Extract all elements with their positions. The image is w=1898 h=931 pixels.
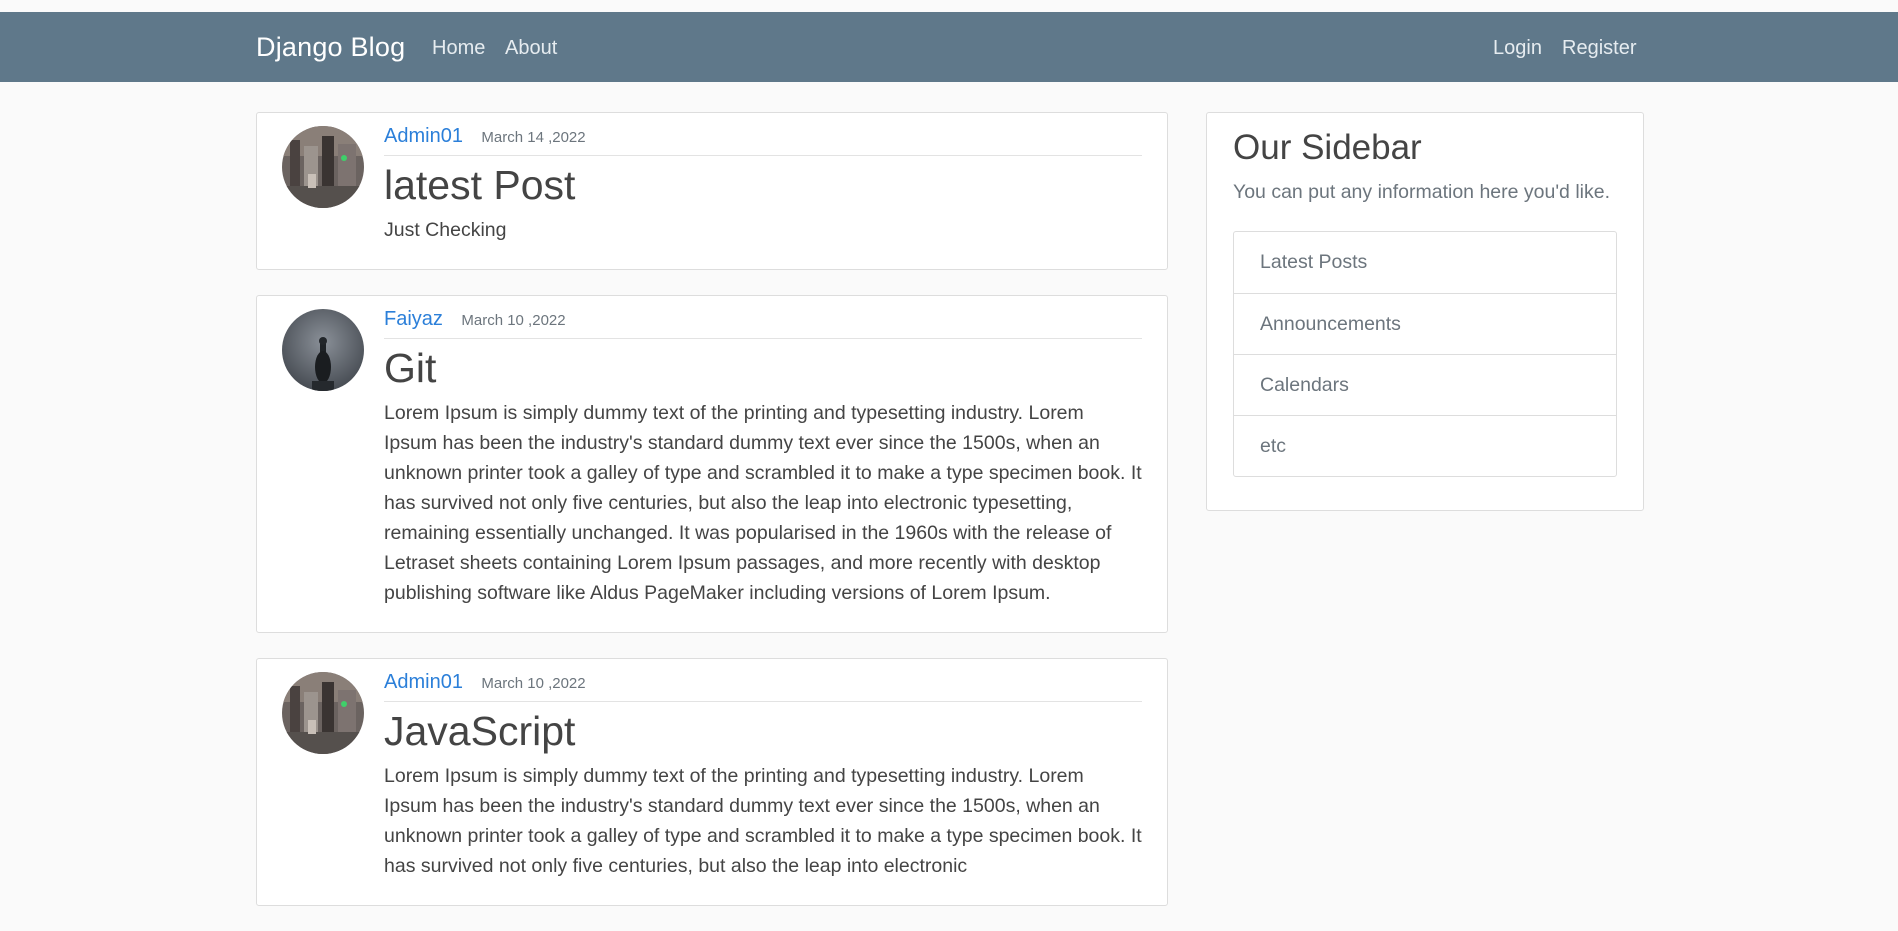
- sidebar-description: You can put any information here you'd l…: [1233, 181, 1610, 203]
- post-card: Faiyaz March 10 ,2022 Git Lorem Ipsum is…: [256, 295, 1168, 634]
- post-date: March 10 ,2022: [461, 312, 566, 330]
- post-date: March 10 ,2022: [481, 675, 586, 693]
- brand-link[interactable]: Django Blog: [256, 32, 405, 63]
- nav-register-link[interactable]: Register: [1562, 37, 1636, 60]
- post-meta: Admin01 March 14 ,2022: [384, 125, 1142, 156]
- post-title-link[interactable]: JavaScript: [384, 708, 1142, 755]
- nav-about-link[interactable]: About: [505, 37, 557, 60]
- post-author-link[interactable]: Faiyaz: [384, 308, 443, 330]
- post-content: Just Checking: [384, 219, 507, 242]
- post-meta: Admin01 March 10 ,2022: [384, 671, 1142, 703]
- street-photo-avatar-icon: [282, 672, 364, 755]
- sidebar: Our Sidebar You can put any information …: [1206, 112, 1644, 511]
- author-avatar: [282, 126, 364, 208]
- author-avatar: [282, 309, 364, 392]
- post-author-link[interactable]: Admin01: [384, 125, 463, 147]
- post-content: Lorem Ipsum is simply dummy text of the …: [384, 402, 1142, 605]
- post-date: March 14 ,2022: [481, 129, 586, 146]
- post-list: Admin01 March 14 ,2022 latest Post Just …: [256, 112, 1168, 931]
- sidebar-item-latest-posts[interactable]: Latest Posts: [1234, 232, 1616, 293]
- street-photo-avatar-icon: [282, 126, 364, 208]
- post-title-link[interactable]: latest Post: [384, 162, 1142, 209]
- post-title-link[interactable]: Git: [384, 345, 1142, 392]
- statue-photo-avatar-icon: [282, 309, 364, 392]
- post-author-link[interactable]: Admin01: [384, 671, 463, 693]
- sidebar-item-calendars[interactable]: Calendars: [1234, 354, 1616, 415]
- navbar: Django Blog Home About Login Register: [0, 12, 1898, 82]
- nav-login-link[interactable]: Login: [1493, 37, 1542, 60]
- top-strip: [0, 0, 1898, 12]
- sidebar-title: Our Sidebar: [1233, 128, 1422, 167]
- author-avatar: [282, 672, 364, 755]
- post-meta: Faiyaz March 10 ,2022: [384, 308, 1142, 340]
- post-card: Admin01 March 10 ,2022 JavaScript Lorem …: [256, 658, 1168, 907]
- sidebar-item-announcements[interactable]: Announcements: [1234, 293, 1616, 354]
- post-card: Admin01 March 14 ,2022 latest Post Just …: [256, 112, 1168, 271]
- sidebar-item-etc[interactable]: etc: [1234, 415, 1616, 476]
- nav-home-link[interactable]: Home: [432, 37, 485, 60]
- sidebar-list: Latest Posts Announcements Calendars etc: [1233, 231, 1617, 477]
- post-content: Lorem Ipsum is simply dummy text of the …: [384, 765, 1142, 878]
